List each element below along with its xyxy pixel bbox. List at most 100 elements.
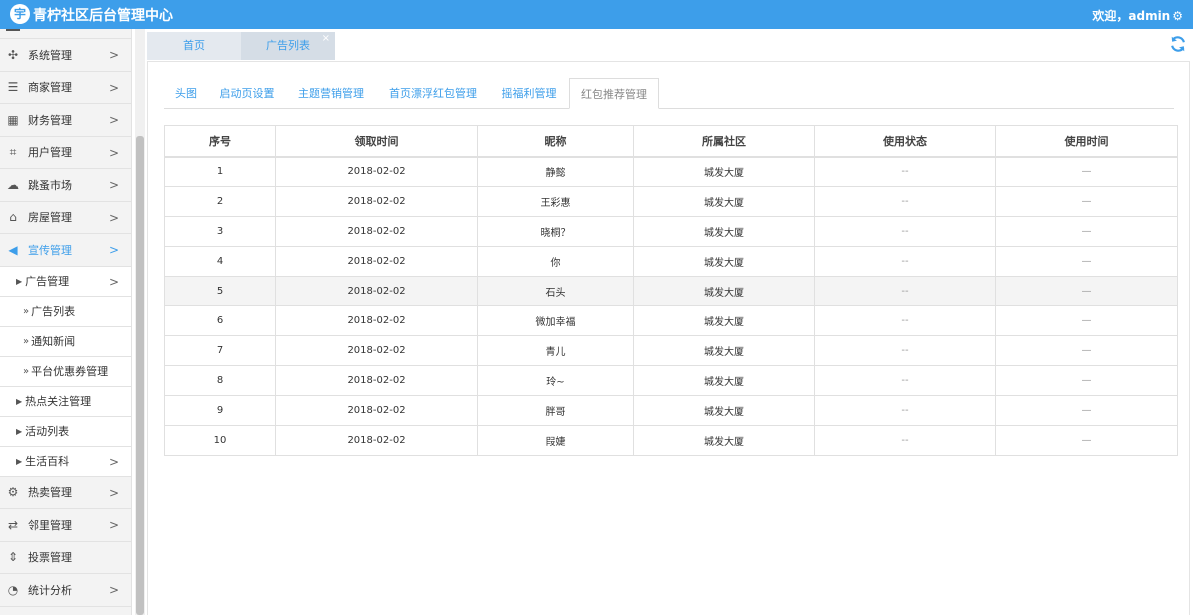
sidebar-item-hot-sales[interactable]: ⚙ 热卖管理 > bbox=[0, 477, 131, 509]
caret-right-icon: ▶ bbox=[16, 426, 23, 436]
sidebar-sub-coupons[interactable]: » 平台优惠券管理 bbox=[0, 356, 131, 387]
cell-claim-time: 2018-02-02 bbox=[275, 275, 478, 307]
sidebar-item-finance[interactable]: ▦ 财务管理 > bbox=[0, 104, 131, 137]
chevron-right-icon: > bbox=[108, 48, 119, 62]
sidebar-scrollbar[interactable] bbox=[135, 29, 145, 615]
sidebar-item-users[interactable]: ⌗ 用户管理 > bbox=[0, 137, 131, 169]
bank-icon: ⌂ bbox=[9, 210, 17, 225]
table-row[interactable]: 1 2018-02-02 静懿 城发大厦 -- — bbox=[164, 156, 1178, 187]
cell-index: 2 bbox=[164, 185, 276, 217]
table-row[interactable]: 8 2018-02-02 玲~ 城发大厦 -- — bbox=[164, 365, 1178, 397]
top-bar: 宇 青柠社区后台管理中心 欢迎，admin ⚙ bbox=[0, 0, 1193, 29]
cell-claim-time: 2018-02-02 bbox=[275, 425, 478, 456]
sidebar-item-flea-market[interactable]: ☁ 跳蚤市场 > bbox=[0, 169, 131, 202]
cell-community: 城发大厦 bbox=[633, 215, 815, 247]
tab-ad-list[interactable]: 广告列表 × bbox=[241, 32, 335, 60]
sidebar-sub-hot-topics[interactable]: ▶ 热点关注管理 bbox=[0, 386, 131, 417]
cell-nickname: 石头 bbox=[477, 275, 634, 307]
cell-status: -- bbox=[814, 215, 996, 247]
cell-claim-time: 2018-02-02 bbox=[275, 185, 478, 217]
cell-status: -- bbox=[814, 365, 996, 397]
cell-index: 6 bbox=[164, 305, 276, 337]
table-row[interactable]: 10 2018-02-02 叚婕 城发大厦 -- — bbox=[164, 425, 1178, 456]
cell-status: -- bbox=[814, 425, 996, 456]
app-title: 青柠社区后台管理中心 bbox=[33, 8, 173, 24]
cell-community: 城发大厦 bbox=[633, 275, 815, 307]
col-header: 所属社区 bbox=[633, 125, 815, 158]
calculator-icon: ▦ bbox=[7, 112, 19, 127]
cell-use-time: — bbox=[995, 156, 1178, 187]
sidebar-item-housing[interactable]: ⌂ 房屋管理 > bbox=[0, 202, 131, 234]
sidebar-sub-life-wiki[interactable]: ▶ 生活百科 > bbox=[0, 446, 131, 477]
tab-home[interactable]: 首页 bbox=[147, 32, 241, 60]
chevron-right-icon: > bbox=[108, 485, 119, 500]
sidebar-item-label: 房屋管理 bbox=[28, 211, 72, 225]
scrollbar-thumb[interactable] bbox=[136, 136, 144, 615]
sidebar-item-system[interactable]: ✣ 系统管理 > bbox=[0, 39, 131, 72]
megaphone-icon: ◀ bbox=[8, 242, 18, 257]
cell-use-time: — bbox=[995, 275, 1178, 307]
cell-community: 城发大厦 bbox=[633, 305, 815, 337]
table-row[interactable]: 5 2018-02-02 石头 城发大厦 -- — bbox=[164, 275, 1178, 307]
cell-index: 10 bbox=[164, 425, 276, 456]
cell-community: 城发大厦 bbox=[633, 365, 815, 397]
cell-nickname: 你 bbox=[477, 245, 634, 277]
sidebar-sub-label: 广告列表 bbox=[31, 305, 76, 318]
sidebar-item-label: 财务管理 bbox=[28, 113, 72, 127]
refresh-icon[interactable] bbox=[1169, 35, 1187, 53]
cell-claim-time: 2018-02-02 bbox=[275, 395, 478, 427]
sidebar-item-label: 邻里管理 bbox=[28, 518, 72, 532]
cell-status: -- bbox=[814, 335, 996, 367]
cell-status: -- bbox=[814, 185, 996, 217]
table-row[interactable]: 2 2018-02-02 王彩惠 城发大厦 -- — bbox=[164, 185, 1178, 217]
chevron-right-icon: > bbox=[108, 518, 119, 532]
cell-use-time: — bbox=[995, 395, 1178, 427]
sidebar-sub-ad-management[interactable]: ▶ 广告管理 > bbox=[0, 266, 131, 297]
cell-index: 5 bbox=[164, 275, 276, 307]
col-header: 领取时间 bbox=[275, 125, 478, 158]
table-row[interactable]: 6 2018-02-02 微加幸福 城发大厦 -- — bbox=[164, 305, 1178, 337]
cell-status: -- bbox=[814, 156, 996, 187]
sidebar-sub-ad-list[interactable]: » 广告列表 bbox=[0, 296, 131, 327]
sidebar-sub-label: 平台优惠券管理 bbox=[31, 365, 109, 378]
cell-claim-time: 2018-02-02 bbox=[275, 305, 478, 337]
sidebar-item-neighbors[interactable]: ⇄ 邻里管理 > bbox=[0, 509, 131, 542]
chevron-right-icon: > bbox=[108, 178, 119, 192]
tab-theme-marketing[interactable]: 主题营销管理 bbox=[288, 78, 374, 109]
app-logo: 宇 bbox=[10, 4, 30, 24]
tab-banner[interactable]: 头图 bbox=[164, 78, 208, 109]
tab-launch-settings[interactable]: 启动页设置 bbox=[210, 78, 284, 109]
sidebar-item-promotion[interactable]: ◀ 宣传管理 > bbox=[0, 234, 131, 267]
gear-icon[interactable]: ⚙ bbox=[1172, 9, 1183, 23]
cell-status: -- bbox=[814, 275, 996, 307]
cell-status: -- bbox=[814, 395, 996, 427]
cell-nickname: 晓桐？ bbox=[477, 215, 634, 247]
cell-nickname: 静懿 bbox=[477, 156, 634, 187]
cell-index: 9 bbox=[164, 395, 276, 427]
cell-nickname: 胖哥 bbox=[477, 395, 634, 427]
table-row[interactable]: 4 2018-02-02 你 城发大厦 -- — bbox=[164, 245, 1178, 277]
table-row[interactable]: 9 2018-02-02 胖哥 城发大厦 -- — bbox=[164, 395, 1178, 427]
sidebar-sub-activities[interactable]: ▶ 活动列表 bbox=[0, 416, 131, 447]
close-icon[interactable]: × bbox=[322, 25, 330, 53]
tab-shake-benefits[interactable]: 摇福利管理 bbox=[492, 78, 566, 109]
welcome-user[interactable]: 欢迎，admin ⚙ bbox=[1092, 7, 1183, 24]
content-panel: 头图 启动页设置 主题营销管理 首页漂浮红包管理 摇福利管理 红包推荐管理 序号… bbox=[147, 61, 1190, 615]
sidebar: ✣ 系统管理 > ☰ 商家管理 > ▦ 财务管理 > ⌗ 用户管理 > ☁ 跳蚤… bbox=[0, 29, 132, 615]
col-header: 昵称 bbox=[477, 125, 634, 158]
cell-status: -- bbox=[814, 305, 996, 337]
sidebar-item-statistics[interactable]: ◔ 统计分析 > bbox=[0, 574, 131, 607]
cell-community: 城发大厦 bbox=[633, 245, 815, 277]
sidebar-item-voting[interactable]: ⇕ 投票管理 bbox=[0, 542, 131, 574]
table-row[interactable]: 3 2018-02-02 晓桐？ 城发大厦 -- — bbox=[164, 215, 1178, 247]
tab-floating-redpacket[interactable]: 首页漂浮红包管理 bbox=[378, 78, 488, 109]
cell-nickname: 玲~ bbox=[477, 365, 634, 397]
double-chevron-icon: » bbox=[23, 305, 30, 317]
sidebar-sub-news[interactable]: » 通知新闻 bbox=[0, 326, 131, 357]
chevron-right-icon: > bbox=[108, 113, 119, 127]
sidebar-item-merchant[interactable]: ☰ 商家管理 > bbox=[0, 72, 131, 104]
tab-redpacket-recommend[interactable]: 红包推荐管理 bbox=[569, 78, 659, 109]
sidebar-sub-label: 生活百科 bbox=[25, 455, 70, 468]
cell-use-time: — bbox=[995, 425, 1178, 456]
table-row[interactable]: 7 2018-02-02 青儿 城发大厦 -- — bbox=[164, 335, 1178, 367]
